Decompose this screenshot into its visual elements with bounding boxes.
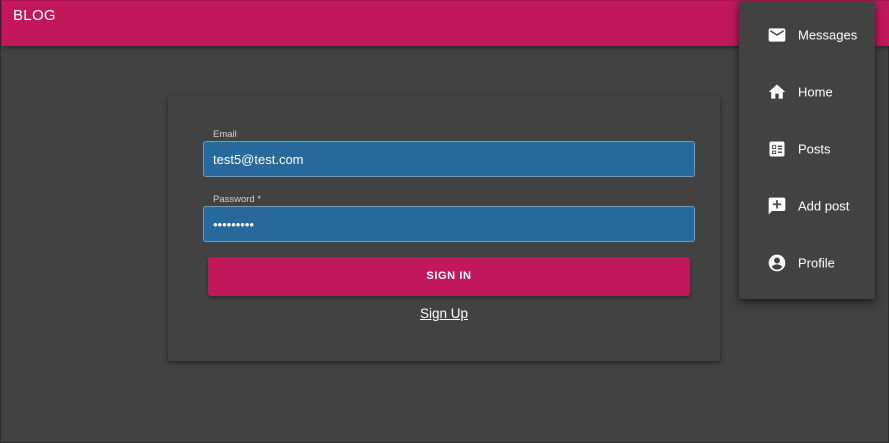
sign-up-link[interactable]: Sign Up — [168, 306, 720, 321]
posts-icon — [769, 141, 785, 156]
sign-in-button[interactable]: SIGN IN — [208, 257, 690, 296]
email-field-group: Email — [203, 129, 695, 177]
nav-menu: Messages Home Posts Add post Profile — [739, 2, 875, 299]
menu-item-posts[interactable]: Posts — [739, 120, 875, 177]
menu-item-label: Posts — [798, 141, 831, 156]
menu-item-home[interactable]: Home — [739, 63, 875, 120]
mail-icon — [768, 27, 786, 42]
email-label: Email — [211, 129, 239, 140]
profile-icon — [768, 254, 786, 271]
menu-item-label: Profile — [798, 255, 835, 270]
password-label: Password * — [211, 194, 264, 205]
menu-item-label: Add post — [798, 198, 850, 213]
menu-item-profile[interactable]: Profile — [739, 234, 875, 291]
home-icon — [768, 84, 786, 99]
app-window: BLOG Email Password * SIGN IN Sign Up Me… — [0, 0, 889, 443]
email-input[interactable] — [203, 141, 695, 177]
add-post-icon — [768, 197, 786, 214]
login-card: Email Password * SIGN IN Sign Up — [168, 96, 720, 361]
app-title: BLOG — [13, 7, 56, 24]
menu-item-messages[interactable]: Messages — [739, 6, 875, 63]
menu-item-add-post[interactable]: Add post — [739, 177, 875, 234]
menu-item-label: Messages — [798, 27, 858, 42]
password-field-group: Password * — [203, 194, 695, 242]
password-input[interactable] — [203, 206, 695, 242]
menu-item-label: Home — [798, 84, 833, 99]
